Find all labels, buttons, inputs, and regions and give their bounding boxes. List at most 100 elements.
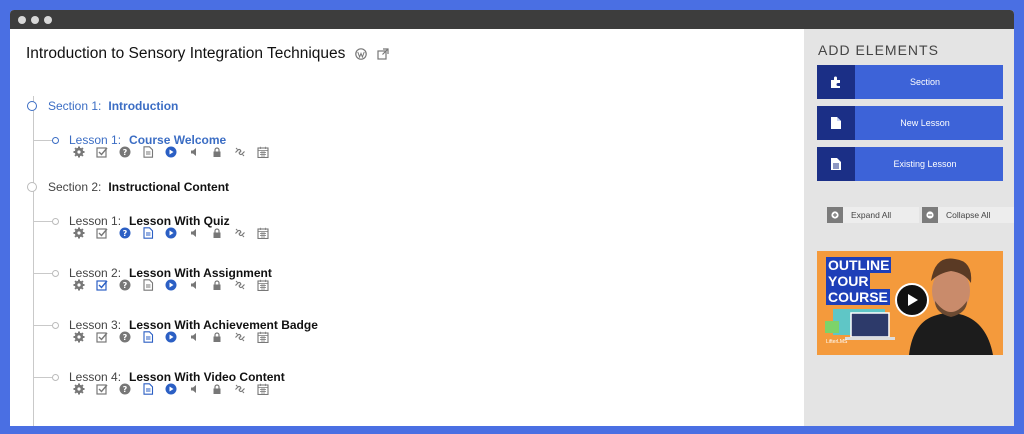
window-dot[interactable] (44, 15, 52, 24)
lesson-connector (33, 324, 52, 326)
section-item[interactable]: Section 1: Introduction (27, 99, 178, 113)
lesson-name[interactable]: Lesson With Quiz (129, 214, 230, 228)
unlink-icon[interactable] (234, 146, 246, 158)
video-brand-logo: LifterLMS (826, 339, 848, 345)
gear-icon[interactable] (73, 227, 85, 239)
section-item[interactable]: Section 2: Instructional Content (27, 180, 229, 194)
lock-icon[interactable] (211, 279, 223, 291)
lesson-actions: ? (73, 331, 269, 343)
play-icon[interactable] (165, 227, 177, 239)
lesson-node-icon (52, 373, 59, 381)
document-icon[interactable] (142, 279, 154, 291)
question-icon[interactable]: ? (119, 331, 131, 343)
document-icon[interactable] (142, 227, 154, 239)
lock-icon[interactable] (211, 227, 223, 239)
gear-icon[interactable] (73, 146, 85, 158)
audio-icon[interactable] (188, 146, 200, 158)
audio-icon[interactable] (188, 279, 200, 291)
section-prefix: Section 1: (48, 99, 102, 113)
audio-icon[interactable] (188, 331, 200, 343)
lesson-name[interactable]: Lesson With Assignment (129, 266, 272, 280)
gear-icon[interactable] (73, 331, 85, 343)
unlink-icon[interactable] (234, 227, 246, 239)
lock-icon[interactable] (211, 331, 223, 343)
window-dot[interactable] (31, 15, 39, 24)
add-section-label: Section (855, 65, 1003, 99)
add-elements-sidebar: ADD ELEMENTS Section New Lesson Existing… (804, 29, 1014, 426)
lesson-connector (33, 272, 52, 274)
lesson-item[interactable]: Lesson 3: Lesson With Achievement Badge (33, 318, 318, 332)
play-icon[interactable] (165, 383, 177, 395)
document-icon[interactable] (142, 331, 154, 343)
lesson-name[interactable]: Lesson With Achievement Badge (129, 318, 318, 332)
course-title: Introduction to Sensory Integration Tech… (26, 45, 346, 62)
lesson-prefix: Lesson 1: (69, 133, 122, 147)
lesson-item[interactable]: Lesson 1: Course Welcome (33, 133, 226, 147)
lesson-actions: ? (73, 146, 269, 158)
lesson-connector (33, 376, 52, 378)
lesson-connector (33, 139, 52, 141)
question-icon[interactable]: ? (119, 146, 131, 158)
calendar-icon[interactable] (257, 383, 269, 395)
unlink-icon[interactable] (234, 279, 246, 291)
question-icon[interactable]: ? (119, 383, 131, 395)
unlink-icon[interactable] (234, 383, 246, 395)
lesson-actions: ? (73, 279, 269, 291)
unlink-icon[interactable] (234, 331, 246, 343)
course-header: Introduction to Sensory Integration Tech… (26, 45, 390, 63)
play-button[interactable] (895, 283, 929, 317)
sidebar-title: ADD ELEMENTS (818, 42, 939, 58)
calendar-icon[interactable] (257, 331, 269, 343)
section-name[interactable]: Introduction (108, 99, 178, 113)
gear-icon[interactable] (73, 383, 85, 395)
lock-icon[interactable] (211, 383, 223, 395)
question-icon[interactable]: ? (119, 227, 131, 239)
checkbox-icon[interactable] (96, 279, 108, 291)
lesson-item[interactable]: Lesson 2: Lesson With Assignment (33, 266, 272, 280)
existing-lesson-button[interactable]: Existing Lesson (817, 147, 1003, 181)
play-icon[interactable] (165, 331, 177, 343)
lesson-actions: ? (73, 383, 269, 395)
lesson-node-icon (52, 321, 59, 329)
plus-icon (827, 207, 843, 223)
wordpress-icon[interactable] (355, 48, 368, 60)
lesson-name[interactable]: Course Welcome (129, 133, 226, 147)
document-icon[interactable] (142, 383, 154, 395)
svg-text:?: ? (123, 229, 128, 238)
play-icon[interactable] (165, 146, 177, 158)
play-icon[interactable] (165, 279, 177, 291)
section-prefix: Section 2: (48, 180, 102, 194)
lesson-name[interactable]: Lesson With Video Content (129, 370, 285, 384)
lesson-item[interactable]: Lesson 4: Lesson With Video Content (33, 370, 285, 384)
external-link-icon[interactable] (377, 48, 390, 60)
document-icon[interactable] (142, 146, 154, 158)
file-text-icon (817, 147, 855, 181)
window-titlebar (10, 10, 1014, 29)
checkbox-icon[interactable] (96, 146, 108, 158)
lesson-item[interactable]: Lesson 1: Lesson With Quiz (33, 214, 230, 228)
gear-icon[interactable] (73, 279, 85, 291)
calendar-icon[interactable] (257, 146, 269, 158)
audio-icon[interactable] (188, 383, 200, 395)
new-lesson-button[interactable]: New Lesson (817, 106, 1003, 140)
add-section-button[interactable]: Section (817, 65, 1003, 99)
checkbox-icon[interactable] (96, 383, 108, 395)
window-dot[interactable] (18, 15, 26, 24)
checkbox-icon[interactable] (96, 331, 108, 343)
new-lesson-label: New Lesson (855, 106, 1003, 140)
calendar-icon[interactable] (257, 279, 269, 291)
lesson-node-icon (52, 136, 59, 144)
lesson-node-icon (52, 217, 59, 225)
lesson-prefix: Lesson 1: (69, 214, 122, 228)
question-icon[interactable]: ? (119, 279, 131, 291)
calendar-icon[interactable] (257, 227, 269, 239)
lock-icon[interactable] (211, 146, 223, 158)
checkbox-icon[interactable] (96, 227, 108, 239)
outline-course-video[interactable]: OUTLINE YOUR COURSE LifterLMS (817, 251, 1003, 355)
audio-icon[interactable] (188, 227, 200, 239)
section-name[interactable]: Instructional Content (108, 180, 229, 194)
puzzle-icon (817, 65, 855, 99)
collapse-all-button[interactable]: Collapse All (922, 207, 1014, 223)
expand-all-button[interactable]: Expand All (827, 207, 919, 223)
lesson-actions: ? (73, 227, 269, 239)
